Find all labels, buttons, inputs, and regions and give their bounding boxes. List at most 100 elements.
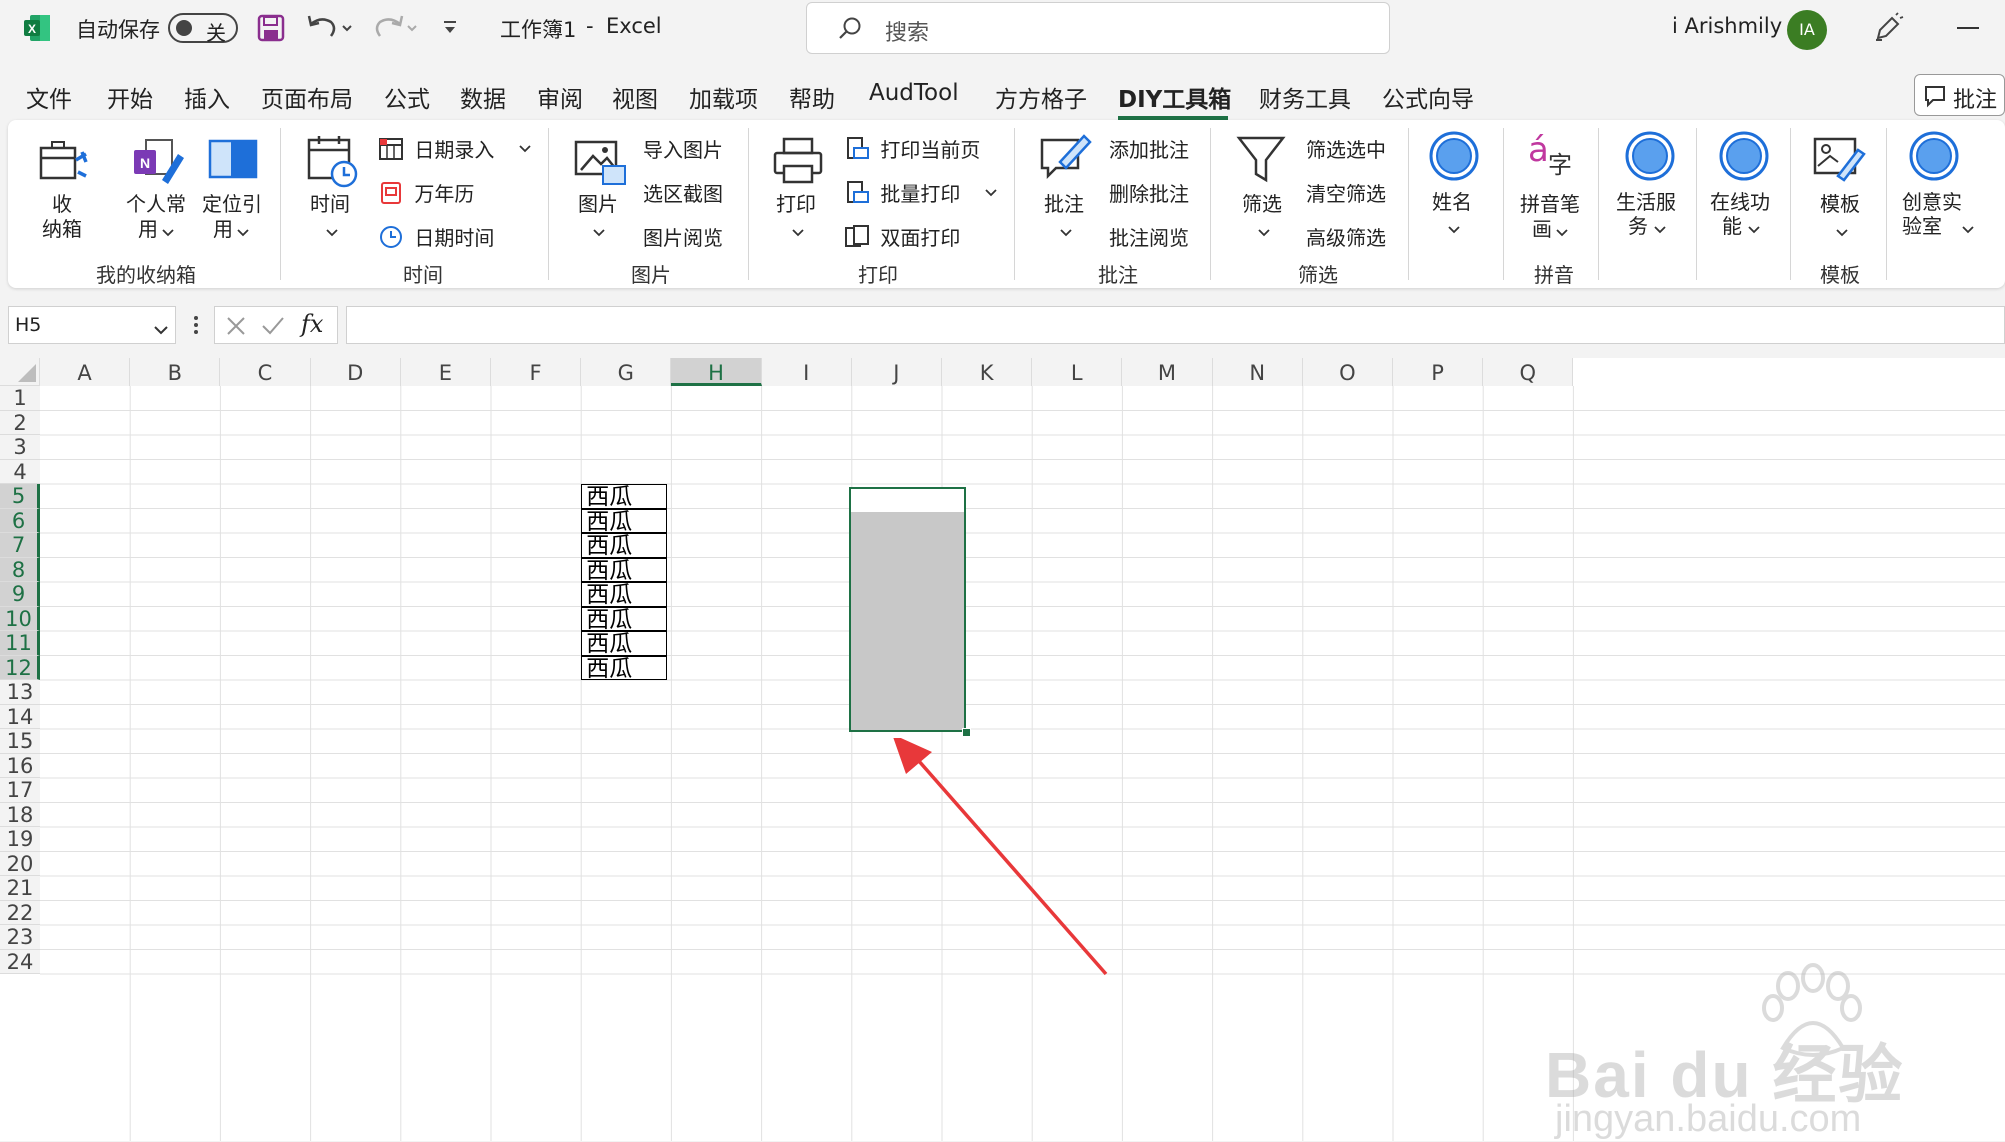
row-header-19[interactable]: 19	[0, 827, 40, 852]
column-header-p[interactable]: P	[1393, 358, 1484, 386]
pen-icon[interactable]	[1872, 12, 1904, 48]
row-header-13[interactable]: 13	[0, 680, 40, 705]
online-function-label-1[interactable]: 在线功	[1710, 190, 1770, 215]
cell-g7[interactable]: 西瓜	[581, 533, 668, 558]
name-button-label[interactable]: 姓名	[1432, 190, 1472, 215]
time-button-label[interactable]: 时间	[310, 192, 350, 217]
locate-reference-label-2[interactable]: 用	[213, 217, 233, 242]
fill-handle[interactable]	[962, 728, 971, 737]
worksheet-grid[interactable]: ABCDEFGHIJKLMNOPQ 1 2 3 4 5 6 7 8 9 10 11 12 13 14 15 1…	[0, 358, 2005, 1141]
search-box[interactable]: 搜索	[806, 2, 1390, 54]
column-header-h[interactable]: H	[671, 358, 762, 386]
delete-comment-button[interactable]: 删除批注	[1109, 178, 1189, 207]
column-header-f[interactable]: F	[491, 358, 582, 386]
column-header-j[interactable]: J	[851, 358, 942, 386]
date-entry-button[interactable]: 日期录入	[378, 134, 531, 163]
column-header-q[interactable]: Q	[1483, 358, 1574, 386]
excel-logo-icon[interactable]: X	[22, 13, 52, 43]
date-time-button[interactable]: 日期时间	[378, 222, 494, 251]
life-service-label-1[interactable]: 生活服	[1616, 190, 1676, 215]
undo-icon[interactable]	[305, 12, 353, 46]
comment-button-label[interactable]: 批注	[1044, 192, 1084, 217]
row-header-8[interactable]: 8	[0, 557, 40, 582]
filter-button-label[interactable]: 筛选	[1242, 192, 1282, 217]
column-header-n[interactable]: N	[1212, 358, 1303, 386]
cell-g10[interactable]: 西瓜	[581, 606, 668, 632]
user-name[interactable]: i Arishmily	[1672, 14, 1782, 38]
tab-finance[interactable]: 财务工具	[1259, 80, 1351, 114]
column-header-l[interactable]: L	[1032, 358, 1123, 386]
print-current-page-button[interactable]: 打印当前页	[844, 134, 980, 163]
row-header-11[interactable]: 11	[0, 631, 40, 656]
row-header-3[interactable]: 3	[0, 435, 40, 460]
tab-review[interactable]: 审阅	[537, 80, 583, 114]
comments-button[interactable]: 批注	[1914, 74, 2005, 116]
row-header-5[interactable]: 5	[0, 484, 40, 509]
row-header-9[interactable]: 9	[0, 582, 40, 607]
life-service-label-2[interactable]: 务	[1628, 214, 1648, 239]
tab-help[interactable]: 帮助	[789, 80, 835, 114]
column-header-g[interactable]: G	[581, 358, 672, 386]
cell-g8[interactable]: 西瓜	[581, 557, 668, 583]
locate-reference-label-1[interactable]: 定位引	[202, 192, 262, 217]
cancel-icon[interactable]	[225, 315, 247, 341]
avatar[interactable]: IA	[1787, 10, 1827, 50]
tab-audtool[interactable]: AudTool	[869, 80, 959, 106]
row-header-14[interactable]: 14	[0, 704, 40, 729]
picture-viewer-button[interactable]: 图片阅览	[643, 222, 723, 251]
personal-common-label-2[interactable]: 用	[138, 217, 158, 242]
row-header-21[interactable]: 21	[0, 876, 40, 901]
import-picture-button[interactable]: 导入图片	[643, 134, 723, 163]
column-header-c[interactable]: C	[220, 358, 311, 386]
row-header-12[interactable]: 12	[0, 655, 40, 680]
row-header-6[interactable]: 6	[0, 508, 40, 533]
picture-button-label[interactable]: 图片	[578, 192, 618, 217]
duplex-print-button[interactable]: 双面打印	[844, 222, 960, 251]
tab-formulas[interactable]: 公式	[384, 80, 430, 114]
cell-g5[interactable]: 西瓜	[581, 484, 668, 509]
tab-insert[interactable]: 插入	[184, 80, 230, 114]
row-header-24[interactable]: 24	[0, 949, 40, 974]
column-header-o[interactable]: O	[1302, 358, 1393, 386]
row-header-17[interactable]: 17	[0, 778, 40, 803]
column-header-a[interactable]: A	[40, 358, 131, 386]
pinyin-stroke-label-1[interactable]: 拼音笔	[1520, 192, 1580, 217]
row-header-15[interactable]: 15	[0, 729, 40, 754]
clear-filter-button[interactable]: 清空筛选	[1306, 178, 1386, 207]
batch-print-button[interactable]: 批量打印	[844, 178, 997, 207]
row-header-2[interactable]: 2	[0, 410, 40, 435]
region-screenshot-button[interactable]: 选区截图	[643, 178, 723, 207]
column-header-m[interactable]: M	[1122, 358, 1213, 386]
personal-common-label-1[interactable]: 个人常	[126, 192, 186, 217]
redo-icon[interactable]	[370, 12, 418, 46]
cell-g12[interactable]: 西瓜	[581, 655, 668, 681]
tab-formula-wizard[interactable]: 公式向导	[1382, 80, 1474, 114]
storage-label-1[interactable]: 收	[52, 192, 72, 217]
perpetual-calendar-button[interactable]: 万年历	[378, 178, 474, 207]
row-header-7[interactable]: 7	[0, 533, 40, 558]
add-comment-button[interactable]: 添加批注	[1109, 134, 1189, 163]
tab-addins[interactable]: 加载项	[689, 80, 758, 114]
comment-viewer-button[interactable]: 批注阅览	[1109, 222, 1189, 251]
name-box[interactable]: H5	[8, 306, 176, 344]
tab-view[interactable]: 视图	[612, 80, 658, 114]
column-header-k[interactable]: K	[942, 358, 1033, 386]
tab-file[interactable]: 文件	[26, 80, 72, 114]
column-header-b[interactable]: B	[130, 358, 221, 386]
insert-function-icon[interactable]: fx	[301, 310, 323, 338]
pinyin-stroke-label-2[interactable]: 画	[1532, 217, 1552, 242]
tab-fangfang[interactable]: 方方格子	[995, 80, 1087, 114]
advanced-filter-button[interactable]: 高级筛选	[1306, 222, 1386, 251]
save-icon[interactable]	[257, 14, 285, 46]
minimize-icon[interactable]	[1957, 27, 1979, 29]
column-header-d[interactable]: D	[310, 358, 401, 386]
tab-home[interactable]: 开始	[107, 80, 153, 114]
cell-g6[interactable]: 西瓜	[581, 508, 668, 534]
row-header-16[interactable]: 16	[0, 753, 40, 778]
creative-lab-label-2[interactable]: 验室	[1902, 214, 1942, 239]
row-header-4[interactable]: 4	[0, 459, 40, 484]
enter-check-icon[interactable]	[261, 315, 285, 341]
tab-diy-toolbox[interactable]: DIY工具箱	[1118, 80, 1231, 114]
row-header-22[interactable]: 22	[0, 900, 40, 925]
online-function-label-2[interactable]: 能	[1722, 214, 1742, 239]
